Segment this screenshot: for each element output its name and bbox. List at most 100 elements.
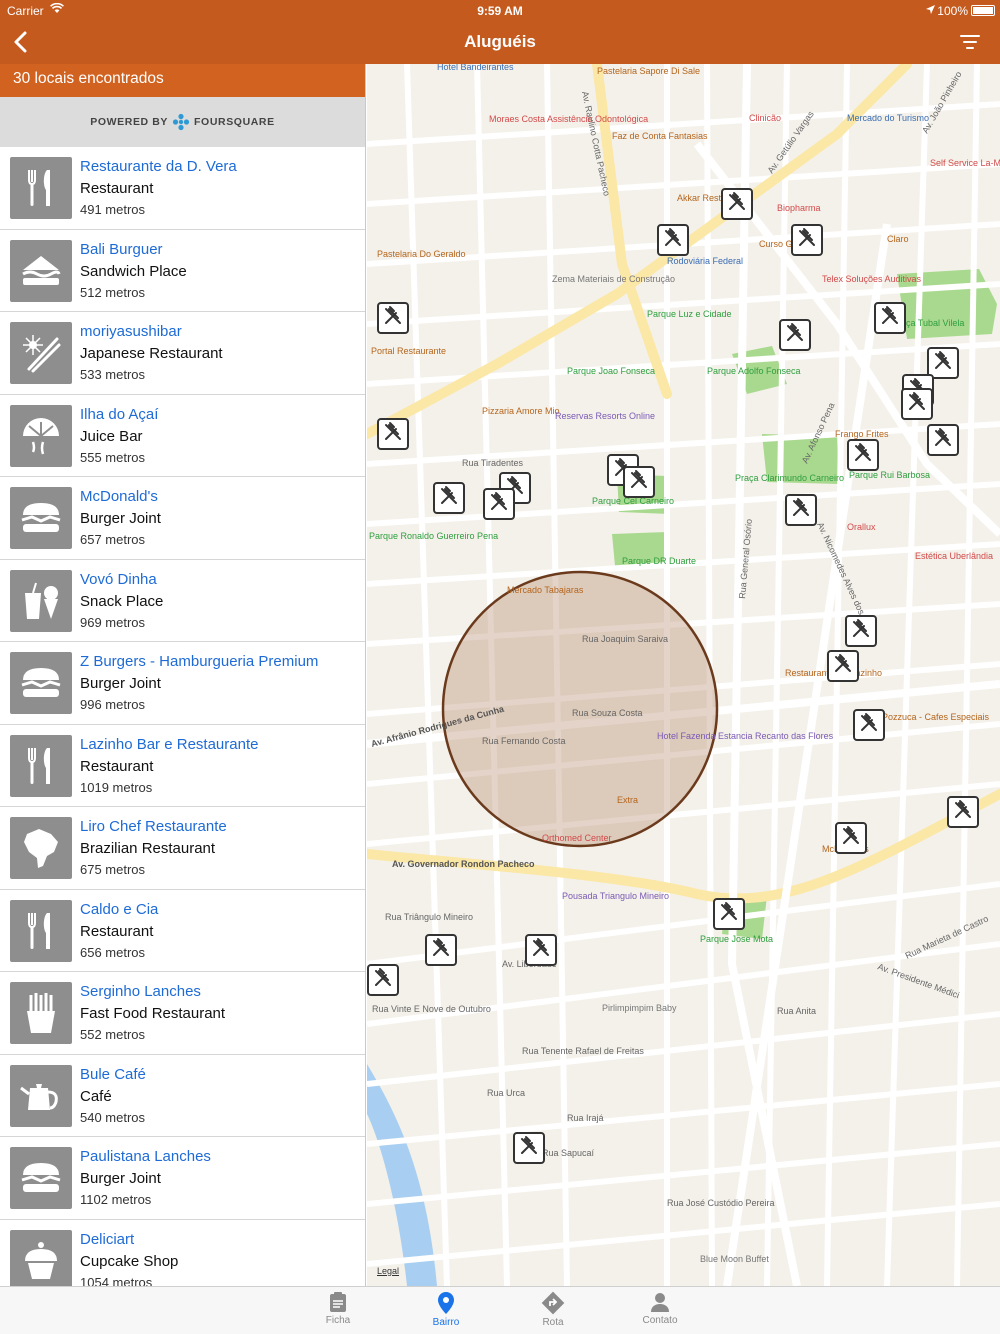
venue-name[interactable]: Liro Chef Restaurante bbox=[80, 818, 227, 835]
restaurant-marker[interactable] bbox=[623, 466, 655, 498]
fork-knife-icon bbox=[832, 653, 854, 680]
venue-name[interactable]: Serginho Lanches bbox=[80, 983, 201, 1000]
venue-list-item[interactable]: Z Burgers - Hamburgueria Premium Burger J… bbox=[0, 642, 365, 725]
venue-distance: 512 metros bbox=[80, 284, 146, 300]
tab-rota[interactable]: Rota bbox=[513, 1291, 593, 1328]
venue-name[interactable]: McDonald's bbox=[80, 488, 158, 505]
fork-knife-icon bbox=[932, 350, 954, 377]
juice-icon bbox=[10, 404, 72, 467]
venue-list-item[interactable]: Bule Café Café 540 metros bbox=[0, 1055, 365, 1137]
map-label: Pizzaria Amore Mio bbox=[482, 406, 560, 416]
venue-name[interactable]: Ilha do Açaí bbox=[80, 406, 158, 423]
restaurant-marker[interactable] bbox=[367, 964, 399, 996]
fork-knife-icon bbox=[628, 469, 650, 496]
map-label: Frango Frites bbox=[835, 429, 889, 439]
snack-icon bbox=[10, 569, 72, 632]
venue-list-item[interactable]: Deliciart Cupcake Shop 1054 metros bbox=[0, 1220, 365, 1287]
venue-list-item[interactable]: Lazinho Bar e Restaurante Restaurant 1019 … bbox=[0, 725, 365, 807]
tab-contato[interactable]: Contato bbox=[620, 1291, 700, 1326]
venue-name[interactable]: Bali Burguer bbox=[80, 241, 163, 258]
map-label: Parque Jose Mota bbox=[700, 934, 773, 944]
map-label: Mercado Tabajaras bbox=[507, 585, 584, 595]
tab-ficha[interactable]: Ficha bbox=[298, 1291, 378, 1326]
map-label: Parque Joao Fonseca bbox=[567, 366, 655, 376]
map-label: Pastelaria Do Geraldo bbox=[377, 249, 466, 259]
venue-category: Burger Joint bbox=[80, 675, 161, 692]
venue-category: Brazilian Restaurant bbox=[80, 840, 216, 857]
venue-name[interactable]: Restaurante da D. Vera bbox=[80, 158, 237, 175]
venue-name[interactable]: Caldo e Cia bbox=[80, 901, 158, 918]
map-label: Parque Luz e Cidade bbox=[647, 309, 732, 319]
venue-list-item[interactable]: moriyasushibar Japanese Restaurant 533 met… bbox=[0, 312, 365, 395]
venue-list-item[interactable]: Paulistana Lanches Burger Joint 1102 metro… bbox=[0, 1137, 365, 1220]
map-view[interactable]: Av. Raulino Cotta Pacheco Av. Getúlio Va… bbox=[367, 64, 1000, 1286]
restaurant-marker[interactable] bbox=[853, 709, 885, 741]
venue-list-item[interactable]: Caldo e Cia Restaurant 656 metros bbox=[0, 890, 365, 972]
fork-knife-icon bbox=[430, 937, 452, 964]
map-label: Pozzuca - Cafes Especiais bbox=[882, 712, 990, 722]
restaurant-marker[interactable] bbox=[779, 319, 811, 351]
venue-name[interactable]: Bule Café bbox=[80, 1066, 146, 1083]
restaurant-marker[interactable] bbox=[513, 1132, 545, 1164]
venue-name[interactable]: moriyasushibar bbox=[80, 323, 182, 340]
venue-list-item[interactable]: Ilha do Açaí Juice Bar 555 metros bbox=[0, 395, 365, 477]
sandwich-icon bbox=[10, 239, 72, 302]
venue-name[interactable]: Paulistana Lanches bbox=[80, 1148, 211, 1165]
restaurant-marker[interactable] bbox=[713, 898, 745, 930]
restaurant-marker[interactable] bbox=[433, 482, 465, 514]
map-label: Rua Vinte E Nove de Outubro bbox=[372, 1004, 491, 1014]
restaurant-marker[interactable] bbox=[791, 224, 823, 256]
restaurant-marker[interactable] bbox=[874, 302, 906, 334]
restaurant-marker[interactable] bbox=[721, 188, 753, 220]
tab-bairro[interactable]: Bairro bbox=[406, 1291, 486, 1328]
restaurant-marker[interactable] bbox=[483, 488, 515, 520]
venue-name[interactable]: Z Burgers - Hamburgueria Premium bbox=[80, 653, 318, 670]
restaurant-marker[interactable] bbox=[845, 615, 877, 647]
fork-knife-icon bbox=[438, 485, 460, 512]
battery-icon bbox=[971, 5, 995, 16]
venue-list-item[interactable]: Restaurante da D. Vera Restaurant 491 metr… bbox=[0, 147, 365, 230]
venue-list-item[interactable]: Serginho Lanches Fast Food Restaurant 552 … bbox=[0, 972, 365, 1055]
tab-contato-label: Contato bbox=[642, 1315, 678, 1326]
navigation-bar: Carrier 9:59 AM 100% Aluguéis bbox=[0, 0, 1000, 64]
restaurant-marker[interactable] bbox=[525, 934, 557, 966]
venue-list-item[interactable]: Liro Chef Restaurante Brazilian Restauran… bbox=[0, 807, 365, 890]
map-label: Av. Governador Rondon Pacheco bbox=[392, 859, 535, 869]
teapot-icon bbox=[10, 1064, 72, 1127]
restaurant-marker[interactable] bbox=[947, 796, 979, 828]
restaurant-marker[interactable] bbox=[835, 822, 867, 854]
venue-distance: 1054 metros bbox=[80, 1274, 153, 1287]
fork-knife-icon bbox=[518, 1135, 540, 1162]
venue-category: Sandwich Place bbox=[80, 262, 187, 280]
restaurant-marker[interactable] bbox=[847, 439, 879, 471]
restaurant-marker[interactable] bbox=[901, 388, 933, 420]
map-label: Hotel Fazenda Estancia Recanto das Flore… bbox=[657, 731, 834, 741]
venue-list-item[interactable]: Bali Burguer Sandwich Place 512 metros bbox=[0, 230, 365, 312]
venue-name[interactable]: Lazinho Bar e Restaurante bbox=[80, 736, 258, 753]
restaurant-marker[interactable] bbox=[657, 224, 689, 256]
fork-knife-icon bbox=[852, 442, 874, 469]
fork-knife-icon bbox=[726, 191, 748, 218]
restaurant-marker[interactable] bbox=[425, 934, 457, 966]
restaurant-marker[interactable] bbox=[785, 494, 817, 526]
map-label: Extra bbox=[617, 795, 638, 805]
venue-name[interactable]: Vovó Dinha bbox=[80, 571, 157, 588]
restaurant-marker[interactable] bbox=[927, 424, 959, 456]
venue-list-item[interactable]: Vovó Dinha Snack Place 969 metros bbox=[0, 560, 365, 642]
fork-knife-icon bbox=[784, 322, 806, 349]
fork-knife-icon bbox=[10, 899, 72, 962]
restaurant-marker[interactable] bbox=[827, 650, 859, 682]
map-legal-link[interactable]: Legal bbox=[377, 1266, 399, 1276]
venue-list-item[interactable]: McDonald's Burger Joint 657 metros bbox=[0, 477, 365, 560]
venue-name[interactable]: Deliciart bbox=[80, 1231, 134, 1248]
map-label: Parque Rui Barbosa bbox=[849, 470, 930, 480]
person-icon bbox=[651, 1293, 669, 1312]
tab-rota-label: Rota bbox=[542, 1317, 564, 1328]
restaurant-marker[interactable] bbox=[377, 302, 409, 334]
filter-button[interactable] bbox=[958, 30, 982, 54]
fork-knife-icon bbox=[662, 227, 684, 254]
fork-knife-icon bbox=[10, 157, 72, 219]
restaurant-marker[interactable] bbox=[377, 418, 409, 450]
venue-category: Japanese Restaurant bbox=[80, 345, 223, 362]
burger-icon bbox=[10, 1147, 72, 1209]
